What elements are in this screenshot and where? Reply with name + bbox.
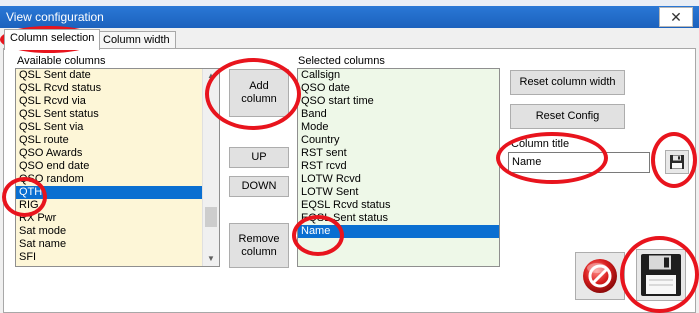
list-item[interactable]: QSL Rcvd via (16, 95, 219, 108)
available-columns-list[interactable]: QSL Sent date QSL Rcvd status QSL Rcvd via… (15, 68, 220, 267)
list-item[interactable]: SFI (16, 251, 219, 264)
list-item[interactable]: Country (298, 134, 499, 147)
tab-column-width[interactable]: Column width (97, 31, 176, 49)
list-item[interactable]: QSO date (298, 82, 499, 95)
window-titlebar: View configuration (0, 6, 699, 28)
list-item[interactable]: RST sent (298, 147, 499, 160)
list-item[interactable]: EQSL Rcvd status (298, 199, 499, 212)
list-item[interactable]: EQSL Sent status (298, 212, 499, 225)
list-item[interactable]: Callsign (298, 69, 499, 82)
add-column-button[interactable]: Add column (229, 69, 289, 117)
column-title-input[interactable]: Name (508, 152, 650, 173)
selected-columns-list[interactable]: Callsign QSO date QSO start time Band Mode Co… (297, 68, 500, 267)
list-item[interactable]: RST rcvd (298, 160, 499, 173)
save-title-button[interactable] (665, 150, 689, 174)
reset-config-button[interactable]: Reset Config (510, 104, 625, 129)
list-item[interactable]: Mode (298, 121, 499, 134)
scroll-down-arrow-icon[interactable]: ▼ (203, 252, 219, 266)
selected-columns-label: Selected columns (298, 55, 385, 67)
scrollbar-thumb[interactable] (205, 207, 217, 227)
list-item[interactable]: RIG (16, 199, 219, 212)
window-title: View configuration (6, 10, 104, 24)
available-columns-label: Available columns (17, 55, 106, 67)
down-button[interactable]: DOWN (229, 176, 289, 197)
list-item[interactable]: QSO end date (16, 160, 219, 173)
list-item[interactable]: QSL Sent date (16, 69, 219, 82)
list-item[interactable]: QSO random (16, 173, 219, 186)
cancel-button[interactable] (575, 252, 625, 300)
tab-column-selection[interactable]: Column selection (4, 29, 101, 50)
list-item[interactable]: Name (298, 225, 499, 238)
list-item[interactable]: LOTW Rcvd (298, 173, 499, 186)
list-item[interactable]: QSL Sent via (16, 121, 219, 134)
close-button[interactable]: ✕ (659, 7, 693, 27)
list-item[interactable]: RX Pwr (16, 212, 219, 225)
floppy-disk-icon (670, 155, 684, 169)
list-item[interactable]: QTH (16, 186, 219, 199)
scroll-up-arrow-icon[interactable]: ▲ (203, 69, 219, 83)
list-item[interactable]: QSL Sent status (16, 108, 219, 121)
cancel-icon (583, 259, 617, 293)
list-item[interactable]: QSL Rcvd status (16, 82, 219, 95)
list-item[interactable]: Band (298, 108, 499, 121)
list-item[interactable]: QSO start time (298, 95, 499, 108)
remove-column-button[interactable]: Remove column (229, 223, 289, 268)
up-button[interactable]: UP (229, 147, 289, 168)
floppy-disk-icon (641, 254, 681, 296)
available-list-scrollbar[interactable]: ▲ ▼ (202, 69, 219, 266)
list-item[interactable]: LOTW Sent (298, 186, 499, 199)
reset-column-width-button[interactable]: Reset column width (510, 70, 625, 95)
list-item[interactable]: Sat mode (16, 225, 219, 238)
column-title-label: Column title (511, 138, 570, 150)
save-config-button[interactable] (636, 249, 686, 301)
list-item[interactable]: Sat name (16, 238, 219, 251)
list-item[interactable]: QSL route (16, 134, 219, 147)
list-item[interactable]: QSO Awards (16, 147, 219, 160)
